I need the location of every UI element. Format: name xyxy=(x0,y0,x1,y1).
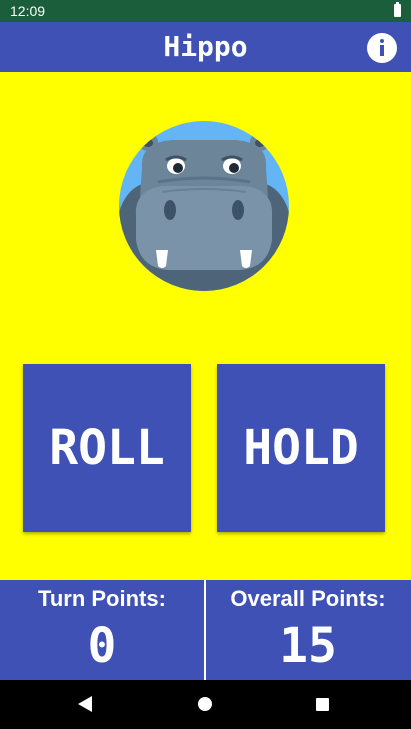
overall-points-label: Overall Points: xyxy=(230,586,386,611)
status-bar: 12:09 xyxy=(0,0,411,22)
info-icon[interactable] xyxy=(367,33,397,63)
roll-button[interactable]: ROLL xyxy=(23,364,191,532)
recent-apps-icon[interactable] xyxy=(316,698,329,711)
turn-points-value: 0 xyxy=(87,618,117,674)
hippo-image xyxy=(119,121,289,291)
back-icon[interactable] xyxy=(78,696,92,712)
status-time: 12:09 xyxy=(10,3,46,19)
app-bar: Hippo xyxy=(0,22,411,72)
overall-points-value: 15 xyxy=(279,618,337,674)
battery-icon xyxy=(394,2,401,17)
game-area: ROLL HOLD xyxy=(0,72,411,580)
turn-points-label: Turn Points: xyxy=(38,586,166,611)
hold-button[interactable]: HOLD xyxy=(217,364,385,532)
turn-points-panel: Turn Points: 0 xyxy=(0,580,204,680)
score-panel: Turn Points: 0 Overall Points: 15 xyxy=(0,580,411,680)
navigation-bar xyxy=(0,680,411,729)
overall-points-panel: Overall Points: 15 xyxy=(206,580,410,680)
app-title: Hippo xyxy=(163,30,248,63)
home-icon[interactable] xyxy=(198,697,212,711)
